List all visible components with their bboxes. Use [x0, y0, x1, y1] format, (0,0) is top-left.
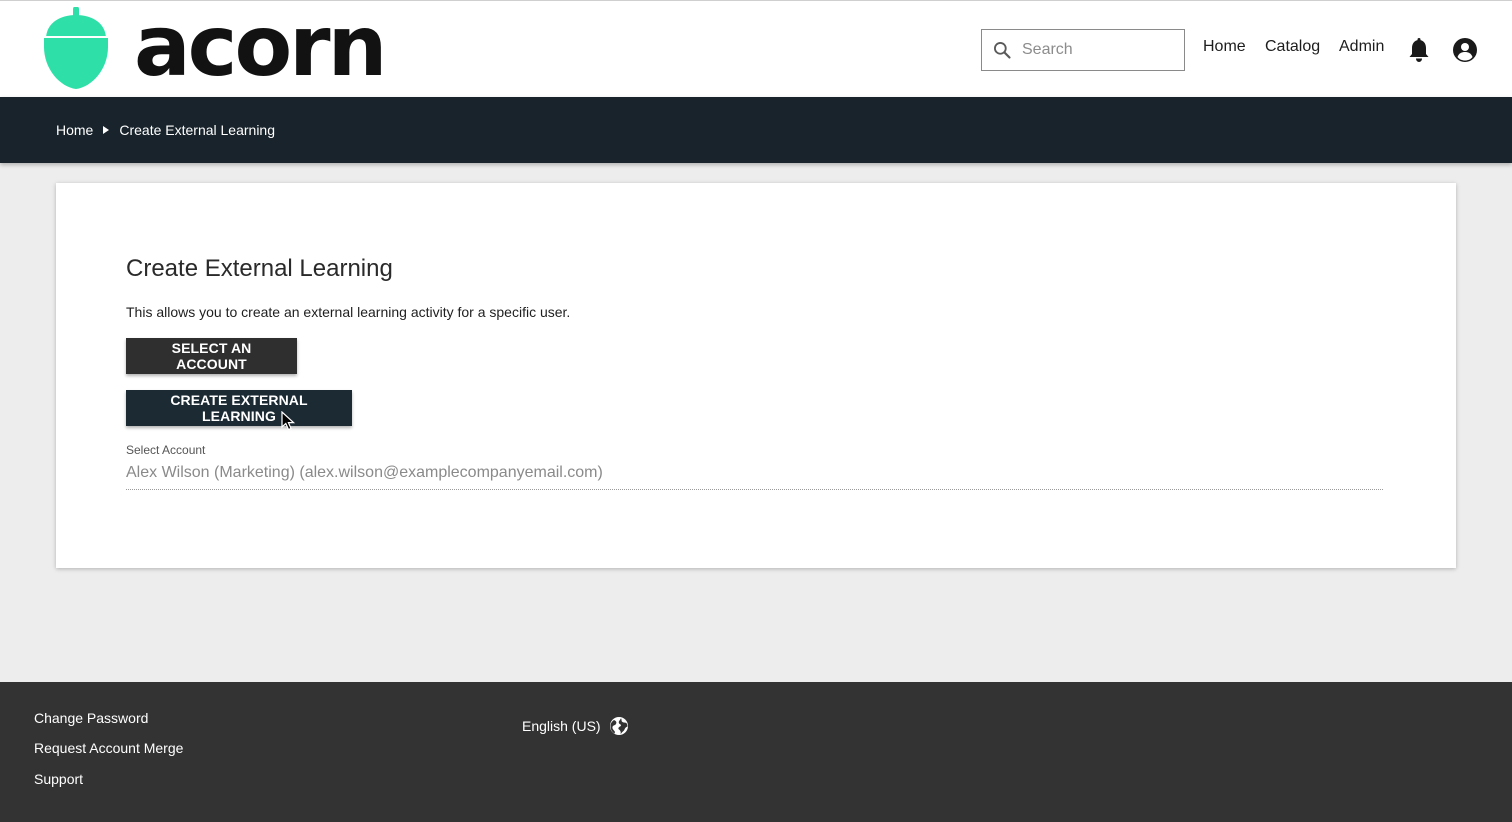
mouse-cursor-icon — [281, 411, 295, 431]
footer-request-account-merge-link[interactable]: Request Account Merge — [34, 740, 183, 756]
select-account-label: Select Account — [126, 443, 206, 457]
search-input[interactable] — [1022, 41, 1172, 59]
nav-admin-link[interactable]: Admin — [1339, 38, 1384, 56]
search-box[interactable] — [981, 29, 1185, 71]
page-footer: Change Password Request Account Merge Su… — [0, 682, 1512, 822]
breadcrumb: Home Create External Learning — [56, 122, 275, 138]
breadcrumb-arrow-icon — [103, 126, 110, 134]
page-description: This allows you to create an external le… — [126, 304, 571, 320]
top-header: acorn Home Catalog Admin — [0, 0, 1512, 97]
page-title: Create External Learning — [126, 255, 393, 282]
user-account-icon[interactable] — [1452, 37, 1478, 63]
language-label: English (US) — [522, 718, 601, 734]
nav-home-link[interactable]: Home — [1203, 38, 1246, 56]
select-account-field[interactable]: Alex Wilson (Marketing) (alex.wilson@exa… — [126, 464, 1383, 490]
create-external-learning-button[interactable]: CREATE EXTERNAL LEARNING — [126, 390, 352, 426]
brand-logo[interactable]: acorn — [38, 0, 387, 95]
footer-change-password-link[interactable]: Change Password — [34, 710, 148, 726]
breadcrumb-home-link[interactable]: Home — [56, 122, 93, 138]
footer-support-link[interactable]: Support — [34, 771, 83, 787]
breadcrumb-current: Create External Learning — [119, 122, 276, 138]
globe-icon — [609, 717, 628, 735]
bell-icon[interactable] — [1407, 37, 1431, 63]
select-account-button[interactable]: SELECT AN ACCOUNT — [126, 338, 297, 374]
breadcrumb-bar: Home Create External Learning — [0, 97, 1512, 163]
search-icon — [994, 42, 1011, 59]
brand-wordmark: acorn — [134, 0, 387, 95]
nav-catalog-link[interactable]: Catalog — [1265, 38, 1320, 56]
language-selector[interactable]: English (US) — [522, 716, 629, 736]
main-card: Create External Learning This allows you… — [56, 183, 1456, 568]
acorn-logo-icon — [44, 7, 108, 89]
